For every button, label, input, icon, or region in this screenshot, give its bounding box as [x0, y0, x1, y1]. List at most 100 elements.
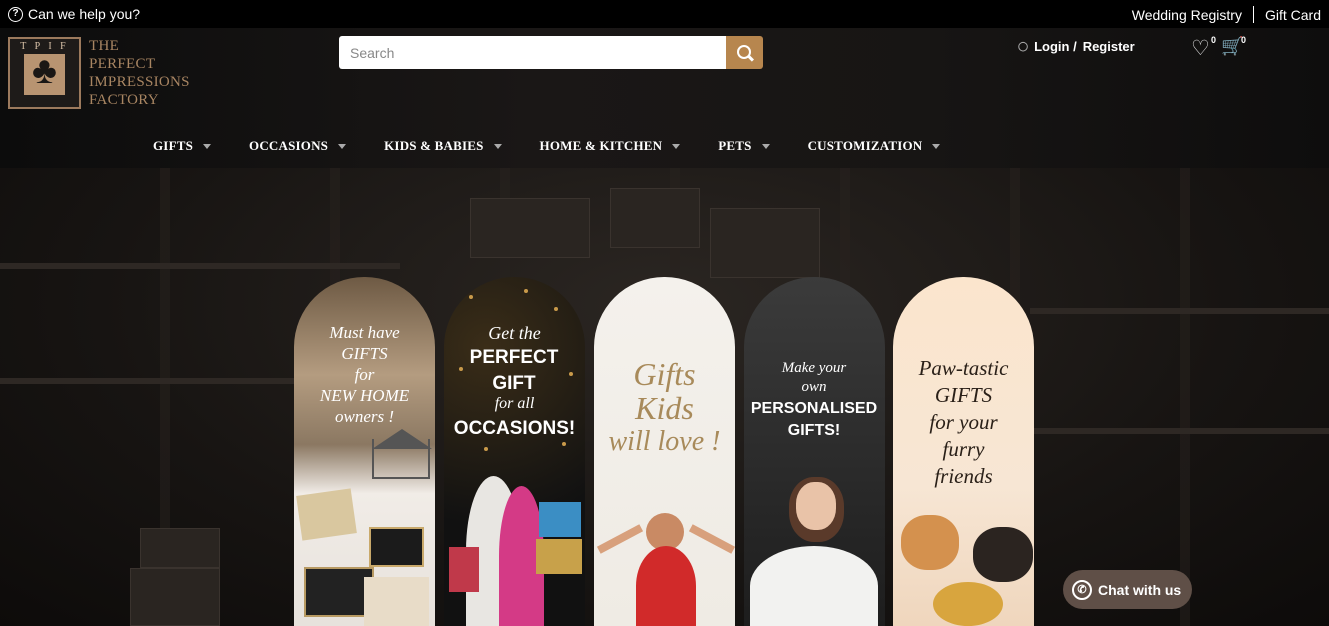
gift-box-image [449, 547, 479, 592]
pug-image [973, 527, 1033, 582]
woman-face-image [796, 482, 836, 530]
confetti-dot [484, 447, 488, 451]
promo-line: Kids [635, 390, 694, 426]
login-link[interactable]: Login / [1034, 39, 1077, 54]
gift-card-link[interactable]: Gift Card [1265, 7, 1321, 23]
confetti-dot [524, 289, 528, 293]
chevron-down-icon [203, 143, 212, 149]
nav-label: OCCASIONS [249, 138, 329, 153]
promo-text: Paw-tastic GIFTS for your furry friends [893, 355, 1034, 490]
search-input[interactable] [339, 36, 726, 69]
logo-mark: T P I F [8, 37, 81, 109]
promo-headline: PERFECT GIFT [469, 347, 559, 394]
site-header: T P I F THE PERFECT IMPRESSIONS FACTORY … [0, 28, 1329, 168]
promo-text: Gifts Kids will love ! [594, 357, 735, 459]
question-circle-icon: ? [8, 6, 23, 22]
cart-button[interactable]: 🛒 0 [1221, 35, 1247, 57]
confetti-dot [459, 367, 463, 371]
chat-label: Chat with us [1098, 581, 1182, 598]
nav-kids-babies[interactable]: KIDS & BABIES [384, 138, 502, 154]
confetti-dot [469, 295, 473, 299]
help-link[interactable]: ? Can we help you? [8, 6, 140, 22]
promo-line: for your [929, 410, 998, 434]
promo-line: Gifts [633, 356, 696, 392]
promo-line: furry [942, 437, 985, 461]
promo-line: friends [934, 464, 993, 488]
gift-box-image [536, 539, 582, 574]
search-icon[interactable] [726, 36, 763, 69]
nav-label: PETS [718, 138, 752, 153]
cushion-image [369, 527, 424, 567]
background-shelf [0, 263, 400, 269]
logo-line: FACTORY [89, 92, 159, 108]
top-bar: ? Can we help you? Wedding Registry Gift… [0, 0, 1329, 28]
confetti-dot [569, 372, 573, 376]
main-nav: GIFTS OCCASIONS KIDS & BABIES HOME & KIT… [153, 138, 978, 154]
nav-label: KIDS & BABIES [384, 138, 484, 153]
user-icon: ◯ [1018, 41, 1029, 51]
background-shelf [0, 378, 320, 384]
nav-home-kitchen[interactable]: HOME & KITCHEN [540, 138, 681, 154]
logo-line: THE [89, 38, 120, 54]
gift-bow-image [933, 582, 1003, 626]
cushion-image [364, 577, 429, 626]
promo-line: Paw-tastic [918, 356, 1009, 380]
logo-text: THE PERFECT IMPRESSIONS FACTORY [89, 37, 190, 109]
promo-script: Get the [488, 323, 541, 343]
gift-box-image [539, 502, 581, 537]
wishlist-count: 0 [1211, 35, 1217, 45]
promo-script: for all [494, 395, 535, 412]
logo-line: PERFECT [89, 56, 156, 72]
promo-line: GIFTS [341, 344, 388, 363]
clover-icon [24, 50, 65, 95]
confetti-dot [554, 307, 558, 311]
confetti-dot [562, 442, 566, 446]
background-box [610, 188, 700, 248]
account-links: ◯ Login / Register [1018, 39, 1135, 54]
promo-line: for [354, 365, 375, 384]
heart-icon: ♡ [1191, 37, 1210, 60]
background-shelf [1030, 308, 1329, 314]
divider [1252, 6, 1254, 23]
promo-kids[interactable]: Gifts Kids will love ! [594, 277, 735, 626]
cushion-image [296, 488, 357, 541]
nav-pets[interactable]: PETS [718, 138, 770, 154]
register-link[interactable]: Register [1083, 39, 1135, 54]
cat-image [901, 515, 959, 570]
promo-new-home[interactable]: Must have GIFTS for NEW HOME owners ! [294, 277, 435, 626]
nav-occasions[interactable]: OCCASIONS [249, 138, 347, 154]
cart-count: 0 [1241, 35, 1247, 45]
promo-line: will love ! [608, 426, 721, 457]
promo-occasions[interactable]: Get the PERFECT GIFT for all OCCASIONS! [444, 277, 585, 626]
chevron-down-icon [493, 143, 502, 149]
background-box [470, 198, 590, 258]
wishlist-button[interactable]: ♡ 0 [1191, 35, 1216, 61]
logo-line: IMPRESSIONS [89, 74, 190, 90]
promo-script: Make your own [781, 360, 847, 395]
chevron-down-icon [932, 143, 941, 149]
promo-pets[interactable]: Paw-tastic GIFTS for your furry friends [893, 277, 1034, 626]
chevron-down-icon [761, 143, 770, 149]
wedding-registry-link[interactable]: Wedding Registry [1132, 7, 1242, 23]
nav-label: GIFTS [153, 138, 194, 153]
nav-gifts[interactable]: GIFTS [153, 138, 212, 154]
chat-with-us-button[interactable]: ✆ Chat with us [1063, 570, 1192, 609]
promo-line: NEW HOME [319, 386, 410, 405]
logo[interactable]: T P I F THE PERFECT IMPRESSIONS FACTORY [8, 37, 190, 109]
background-box [130, 568, 220, 626]
chevron-down-icon [338, 143, 347, 149]
background-box [710, 208, 820, 278]
woman-shirt-image [750, 546, 878, 626]
nav-customization[interactable]: CUSTOMIZATION [808, 138, 941, 154]
promo-headline: PERSONALISED GIFTS! [750, 400, 878, 439]
help-label: Can we help you? [28, 6, 141, 22]
top-links: Wedding Registry Gift Card [1132, 6, 1321, 23]
girl-arm-image [688, 524, 735, 554]
nav-label: CUSTOMIZATION [807, 138, 923, 153]
promo-personalised[interactable]: Make your own PERSONALISED GIFTS! [744, 277, 885, 626]
chevron-down-icon [672, 143, 681, 149]
promo-line: Must have [329, 323, 400, 342]
background-box [140, 528, 220, 568]
girl-arm-image [596, 524, 644, 554]
whatsapp-icon: ✆ [1072, 579, 1092, 600]
